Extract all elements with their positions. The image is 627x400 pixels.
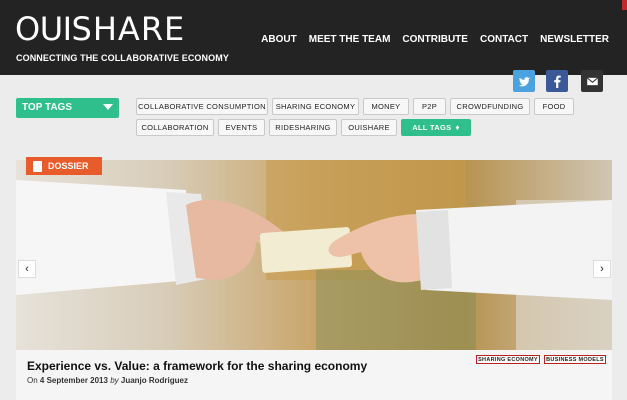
tag-icon: ♦: [455, 123, 460, 132]
nav-about[interactable]: ABOUT: [261, 34, 297, 45]
dossier-label: DOSSIER: [48, 161, 89, 171]
nav-contact[interactable]: CONTACT: [480, 34, 528, 45]
tag-food[interactable]: FOOD: [534, 98, 574, 115]
facebook-button[interactable]: [546, 70, 568, 92]
site-logo[interactable]: OUISHARE: [15, 12, 185, 46]
email-icon: [586, 76, 598, 85]
all-tags-button[interactable]: ALL TAGS ♦: [401, 119, 471, 136]
nav-newsletter[interactable]: NEWSLETTER: [540, 34, 609, 45]
slider-prev-button[interactable]: ‹: [18, 260, 36, 278]
featured-title[interactable]: Experience vs. Value: a framework for th…: [27, 359, 367, 373]
site-header: OUISHARE CONNECTING THE COLLABORATIVE EC…: [0, 0, 627, 75]
main-nav: ABOUT MEET THE TEAM CONTRIBUTE CONTACT N…: [261, 34, 609, 45]
tag-collaborative-consumption[interactable]: COLLABORATIVE CONSUMPTION: [136, 98, 268, 115]
top-tags-label: TOP TAGS: [22, 102, 73, 113]
tag-sharing-economy[interactable]: SHARING ECONOMY: [272, 98, 359, 115]
caption-tag-sharing-economy[interactable]: SHARING ECONOMY: [476, 355, 540, 364]
document-icon: [33, 160, 42, 172]
chevron-down-icon: [103, 104, 113, 110]
dossier-badge[interactable]: DOSSIER: [26, 157, 102, 175]
chevron-right-icon: ›: [600, 263, 604, 275]
tag-crowdfunding[interactable]: CROWDFUNDING: [450, 98, 530, 115]
nav-meet-the-team[interactable]: MEET THE TEAM: [309, 34, 391, 45]
featured-caption: Experience vs. Value: a framework for th…: [16, 350, 612, 400]
facebook-icon: [553, 75, 561, 88]
corner-tab: [622, 0, 627, 10]
top-tags-dropdown[interactable]: TOP TAGS: [16, 98, 119, 118]
meta-on: On: [27, 376, 38, 385]
meta-by: by: [110, 376, 119, 385]
twitter-icon: [518, 76, 530, 86]
tag-ouishare[interactable]: OUISHARE: [341, 119, 397, 136]
tag-collaboration[interactable]: COLLABORATION: [136, 119, 214, 136]
slider-next-button[interactable]: ›: [593, 260, 611, 278]
caption-tag-business-models[interactable]: BUSINESS MODELS: [544, 355, 606, 364]
all-tags-label: ALL TAGS: [412, 123, 452, 132]
nav-contribute[interactable]: CONTRIBUTE: [402, 34, 468, 45]
featured-meta: On 4 September 2013 by Juanjo Rodriguez: [27, 376, 188, 385]
twitter-button[interactable]: [513, 70, 535, 92]
featured-date: 4 September 2013: [39, 376, 108, 385]
featured-author[interactable]: Juanjo Rodriguez: [121, 376, 188, 385]
site-tagline: CONNECTING THE COLLABORATIVE ECONOMY: [16, 53, 229, 63]
tag-p2p[interactable]: P2P: [413, 98, 446, 115]
tag-events[interactable]: EVENTS: [218, 119, 265, 136]
email-button[interactable]: [581, 70, 603, 92]
chevron-left-icon: ‹: [25, 263, 29, 275]
tag-money[interactable]: MONEY: [363, 98, 409, 115]
tag-ridesharing[interactable]: RIDESHARING: [269, 119, 337, 136]
